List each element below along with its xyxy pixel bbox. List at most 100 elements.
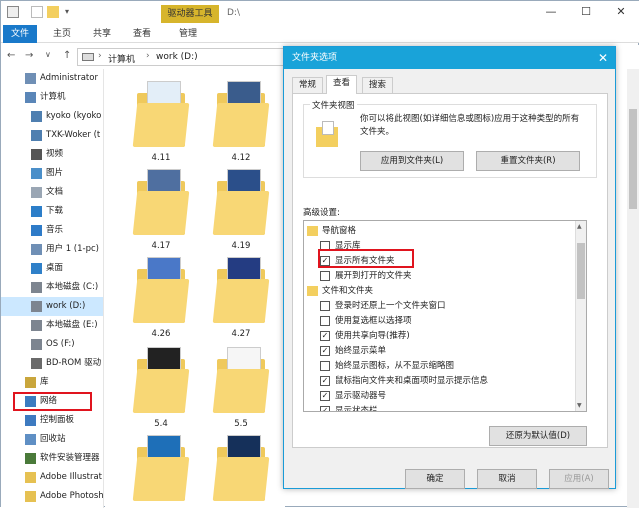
- folder-icon[interactable]: [212, 433, 270, 503]
- breadcrumb-computer[interactable]: 计算机: [108, 52, 135, 65]
- folder-icon[interactable]: [212, 255, 270, 325]
- sidebar-item[interactable]: 回收站: [1, 430, 103, 449]
- tab-share[interactable]: 共享: [87, 25, 117, 43]
- checkbox[interactable]: [320, 271, 330, 281]
- sidebar-item[interactable]: 文档: [1, 183, 103, 202]
- sidebar-item[interactable]: OS (F:): [1, 335, 103, 354]
- tree-scroll-thumb[interactable]: [577, 243, 585, 299]
- cancel-button[interactable]: 取消: [477, 469, 537, 489]
- scroll-down-icon[interactable]: ▼: [577, 402, 582, 409]
- folder-label[interactable]: 4.27: [213, 329, 269, 339]
- sidebar-item[interactable]: 本地磁盘 (E:): [1, 316, 103, 335]
- tab-view[interactable]: 查看: [127, 25, 157, 43]
- back-arrow-icon[interactable]: ←: [7, 50, 15, 61]
- quick-access-dropdown-icon[interactable]: ▾: [65, 6, 77, 18]
- sidebar-item[interactable]: Adobe Photosh: [1, 487, 103, 506]
- sidebar-item[interactable]: BD-ROM 驱动: [1, 354, 103, 373]
- window-scroll-thumb[interactable]: [629, 109, 637, 209]
- checkbox[interactable]: ✓: [320, 346, 330, 356]
- maximize-button[interactable]: ☐: [576, 4, 596, 20]
- folder-icon[interactable]: [212, 345, 270, 415]
- folder-label[interactable]: 5.4: [133, 419, 189, 429]
- sidebar-item[interactable]: work (D:): [1, 297, 103, 316]
- checkbox[interactable]: ✓: [320, 391, 330, 401]
- forward-arrow-icon[interactable]: →: [25, 50, 33, 61]
- tree-option[interactable]: 展开到打开的文件夹: [304, 268, 574, 284]
- folder-icon[interactable]: [132, 255, 190, 325]
- ok-button[interactable]: 确定: [405, 469, 465, 489]
- minimize-button[interactable]: —: [541, 4, 561, 20]
- sidebar-item[interactable]: 库: [1, 373, 103, 392]
- folder-label[interactable]: 4.17: [133, 241, 189, 251]
- system-menu-icon[interactable]: [7, 6, 19, 18]
- folder-icon[interactable]: [212, 167, 270, 237]
- checkbox[interactable]: ✓: [320, 406, 330, 411]
- sidebar-item[interactable]: 桌面: [1, 259, 103, 278]
- close-button[interactable]: ✕: [611, 4, 631, 20]
- tree-option[interactable]: ✓ 显示驱动器号: [304, 388, 574, 404]
- checkbox[interactable]: [320, 361, 330, 371]
- sidebar-item[interactable]: 计算机: [1, 88, 103, 107]
- dialog-close-button[interactable]: ✕: [595, 47, 611, 69]
- folder-label[interactable]: 5.5: [213, 419, 269, 429]
- checkbox[interactable]: [320, 301, 330, 311]
- tab-search[interactable]: 搜索: [362, 77, 394, 93]
- sidebar-item[interactable]: 软件安装管理器: [1, 449, 103, 468]
- apply-to-folders-button[interactable]: 应用到文件夹(L): [360, 151, 464, 171]
- checkbox[interactable]: ✓: [320, 376, 330, 386]
- sidebar-item[interactable]: 控制面板: [1, 411, 103, 430]
- tab-home[interactable]: 主页: [47, 25, 77, 43]
- drive-icon: [31, 339, 42, 350]
- folder-label[interactable]: 4.12: [213, 153, 269, 163]
- contextual-tab-drive-tools[interactable]: 驱动器工具: [161, 5, 219, 23]
- folder-icon[interactable]: [132, 345, 190, 415]
- sidebar-item-label: 软件安装管理器: [40, 453, 100, 463]
- checkbox[interactable]: ✓: [320, 331, 330, 341]
- folder-view-icon: [316, 121, 338, 147]
- breadcrumb-drive[interactable]: work (D:): [156, 52, 198, 62]
- folder-icon[interactable]: [132, 167, 190, 237]
- reset-folders-button[interactable]: 重置文件夹(R): [476, 151, 580, 171]
- sidebar-item[interactable]: 视频: [1, 145, 103, 164]
- sidebar-item[interactable]: 下载: [1, 202, 103, 221]
- tree-option[interactable]: ✓ 鼠标指向文件夹和桌面项时显示提示信息: [304, 373, 574, 389]
- sidebar-item[interactable]: 图片: [1, 164, 103, 183]
- checkbox[interactable]: [320, 316, 330, 326]
- folder-label[interactable]: 4.26: [133, 329, 189, 339]
- tab-manage[interactable]: 管理: [173, 25, 203, 43]
- tree-option[interactable]: 始终显示图标，从不显示缩略图: [304, 358, 574, 374]
- tab-file[interactable]: 文件: [3, 25, 37, 43]
- up-arrow-icon[interactable]: ↑: [63, 50, 71, 61]
- sidebar-item[interactable]: 用户 1 (1-pc): [1, 240, 103, 259]
- restore-defaults-button[interactable]: 还原为默认值(D): [489, 426, 587, 446]
- properties-icon[interactable]: [31, 6, 43, 18]
- folder-label[interactable]: 4.19: [213, 241, 269, 251]
- sidebar-item[interactable]: 音乐: [1, 221, 103, 240]
- library-icon: [25, 377, 36, 388]
- scroll-up-icon[interactable]: ▲: [577, 223, 582, 230]
- folder-icon[interactable]: [132, 433, 190, 503]
- tree-option[interactable]: ✓ 始终显示菜单: [304, 343, 574, 359]
- address-bar[interactable]: › 计算机 › work (D:): [77, 48, 293, 66]
- tab-general[interactable]: 常规: [292, 77, 324, 93]
- sidebar-item[interactable]: kyoko (kyoko: [1, 107, 103, 126]
- tree-option[interactable]: ✓ 使用共享向导(推荐): [304, 328, 574, 344]
- sidebar-item[interactable]: 本地磁盘 (C:): [1, 278, 103, 297]
- sidebar-item[interactable]: Administrator: [1, 69, 103, 88]
- folder-label[interactable]: 4.11: [133, 153, 189, 163]
- tree-scrollbar[interactable]: ▲ ▼: [575, 221, 586, 411]
- tab-view-options[interactable]: 查看: [326, 75, 358, 94]
- sidebar-item[interactable]: Adobe Illustrat: [1, 468, 103, 487]
- tree-option[interactable]: ✓ 显示状态栏: [304, 403, 574, 411]
- folder-icon[interactable]: [132, 79, 190, 149]
- apply-button[interactable]: 应用(A): [549, 469, 609, 489]
- window-scrollbar[interactable]: [627, 69, 639, 508]
- sidebar-item[interactable]: TXK-Woker (t: [1, 126, 103, 145]
- new-folder-icon[interactable]: [47, 6, 59, 18]
- tree-option[interactable]: 登录时还原上一个文件夹窗口: [304, 298, 574, 314]
- sidebar-item-label: work (D:): [46, 301, 86, 311]
- recent-locations-icon[interactable]: ∨: [45, 50, 51, 59]
- tree-option[interactable]: 使用复选框以选择项: [304, 313, 574, 329]
- tree-option-label: 文件和文件夹: [322, 286, 374, 296]
- folder-icon[interactable]: [212, 79, 270, 149]
